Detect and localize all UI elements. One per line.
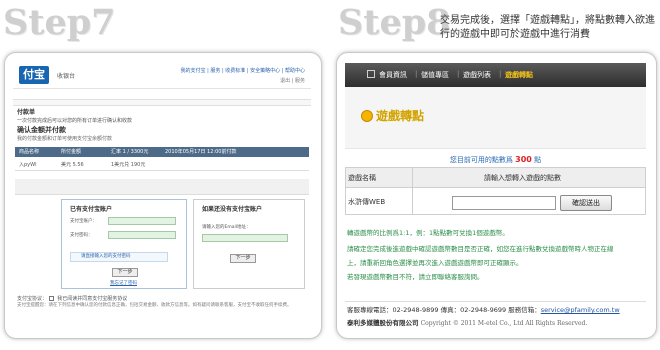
th-deadline: 2010年05月17日 12:00前付款 [165,149,237,155]
copyright-text: Copyright © 2011 M-etel Co., Ltd All Rig… [420,320,588,327]
nav-topup[interactable]: 儲值專區 [421,70,449,80]
email-label: 请输入您的Email地址： [202,225,251,230]
forgot-password-link[interactable]: 我忘记了密码 [110,280,137,286]
order-table-row: 入pyWl 美元 5.56 1美元兑 190元 [15,159,309,171]
td-amount: 美元 5.56 [61,162,84,168]
game-name: 水滸傳WEB [348,198,386,206]
email-input[interactable] [202,234,288,242]
agree-text: 我已阅读并同意支付宝服务协议 [57,296,128,302]
section-bar [13,99,311,106]
agree-checkbox[interactable] [48,296,54,301]
transfer-table-row: 水滸傳WEB 確認送出 [346,188,645,216]
td-product: 入pyWl [19,162,37,168]
login-box: 已有支付宝账户 支付宝账户： 支付密码： 请直接输入您的支付密码 下一步 我忘记… [61,199,187,289]
td-rate: 1美元兑 190元 [111,162,146,168]
company-name: 泰利多媒體股份有限公司 [347,319,419,327]
agree-label: 支付宝协议： [17,296,48,302]
rule-line-3: 上，請重新回角色選擇並再次進入遊戲遊戲幣即可正確顯示。 [347,259,523,267]
th-rate: 汇率 1 / 3300元 [111,149,149,155]
member-nav-bar: 會員資訊 | 儲值專區 | 遊戲列表 | 遊戲轉點 [345,63,646,87]
order-summary-bar [15,179,309,195]
th-amount: 所付金额 [61,149,82,155]
step8-heading: Step8 [338,2,451,43]
rule-line-4: 若發現遊戲幣數目不符，請立即聯絡客服詢問。 [347,273,484,281]
pay-title: 确认金额并付款 [17,126,66,134]
alipay-header: 付宝 收银台 我的支付宝 | 服务 | 收费标准 | 安全策略中心 | 帮助中心… [13,63,311,89]
points-input[interactable] [452,196,556,210]
login-next-button[interactable]: 下一步 [112,268,138,277]
confirm-transfer-button[interactable]: 確認送出 [560,195,612,211]
col-points: 請輸入想轉入遊戲的點數 [484,174,561,182]
service-email-link[interactable]: service@pfamily.com.tw [541,306,620,314]
alipay-logo: 付宝 [19,66,49,84]
account-input[interactable] [108,217,176,225]
transfer-table: 遊戲名稱 請輸入想轉入遊戲的點數 水滸傳WEB 確認送出 [345,167,646,215]
rule-line-1: 轉遊戲幣的比例爲1:1，例：1點點數可兌換1個遊戲幣。 [347,229,509,237]
order-title: 付款单 [17,109,36,116]
title-band: 遊戲轉點 [345,87,646,149]
alipay-sub-links[interactable]: 退出 | 服务 [280,77,305,84]
home-icon [367,70,375,78]
nav-game-list[interactable]: 遊戲列表 [463,70,491,80]
game-screenshot-panel: 會員資訊 | 儲值專區 | 遊戲列表 | 遊戲轉點 遊戲轉點 您目前可用的點數爲… [336,52,657,339]
available-points: 您目前可用的點數爲 300 點 [449,155,542,164]
footer-contact: 客服專線電話：02-2948-9899 傳真：02-2948-9699 服務信箱… [347,306,620,314]
nav-point-transfer[interactable]: 遊戲轉點 [505,70,533,80]
new-account-title: 如果还没有支付宝账户 [202,206,263,213]
new-account-box: 如果还没有支付宝账户 请输入您的Email地址： 下一步 [193,199,305,289]
page-title: 遊戲轉點 [361,107,424,124]
nav-member-info[interactable]: 會員資訊 [379,70,407,80]
new-account-next-button[interactable]: 下一步 [230,254,256,263]
game-page: 會員資訊 | 儲值專區 | 遊戲列表 | 遊戲轉點 遊戲轉點 您目前可用的點數爲… [345,63,646,328]
alipay-page: 付宝 收银台 我的支付宝 | 服务 | 收费标准 | 安全策略中心 | 帮助中心… [13,63,311,328]
login-box-title: 已有支付宝账户 [70,206,113,213]
col-game-name: 遊戲名稱 [348,174,376,182]
agree-row: 支付宝协议： 我已阅读并同意支付宝服务协议 [17,295,127,302]
step7-heading: Step7 [3,2,116,43]
pay-note: 我的付款金额和订单可使用支付宝余额付款 [17,136,113,142]
alipay-top-links[interactable]: 我的支付宝 | 服务 | 收费标准 | 安全策略中心 | 帮助中心 [181,67,305,74]
password-note: 请直接输入您的支付密码 [70,252,168,262]
points-value: 300 [515,155,532,164]
cashier-label: 收银台 [57,73,76,80]
th-product: 商品名称 [19,149,40,155]
account-label: 支付宝账户： [70,219,97,224]
transfer-table-header: 遊戲名稱 請輸入想轉入遊戲的點數 [346,168,645,188]
password-label: 支付密码： [70,233,93,238]
step8-description: 交易完成後，選擇「遊戲轉點」，將點數轉入欲進行的遊戲中即可於遊戲中進行消費 [440,15,655,40]
fine-print: 支付宝提醒您：请在下列信息中确认您的付款信息正确，包括交易金额、收款方信息等。如… [17,303,292,308]
password-input[interactable] [108,231,176,239]
order-table-header: 商品名称 所付金额 汇率 1 / 3300元 2010年05月17日 12:00… [15,147,309,157]
rule-line-2: 請確定您完成後進遊戲中確認遊戲幣數目是否正確，如您在進行點數兌換遊戲幣時人物正在… [347,245,614,253]
coin-icon [361,110,373,122]
alipay-screenshot-panel: 付宝 收银台 我的支付宝 | 服务 | 收费标准 | 安全策略中心 | 帮助中心… [4,52,322,339]
order-note: 一次付款完成后可以对您的所有订单进行确认和收款 [17,118,133,124]
footer-copyright: 泰利多媒體股份有限公司 Copyright © 2011 M-etel Co.,… [347,317,587,327]
